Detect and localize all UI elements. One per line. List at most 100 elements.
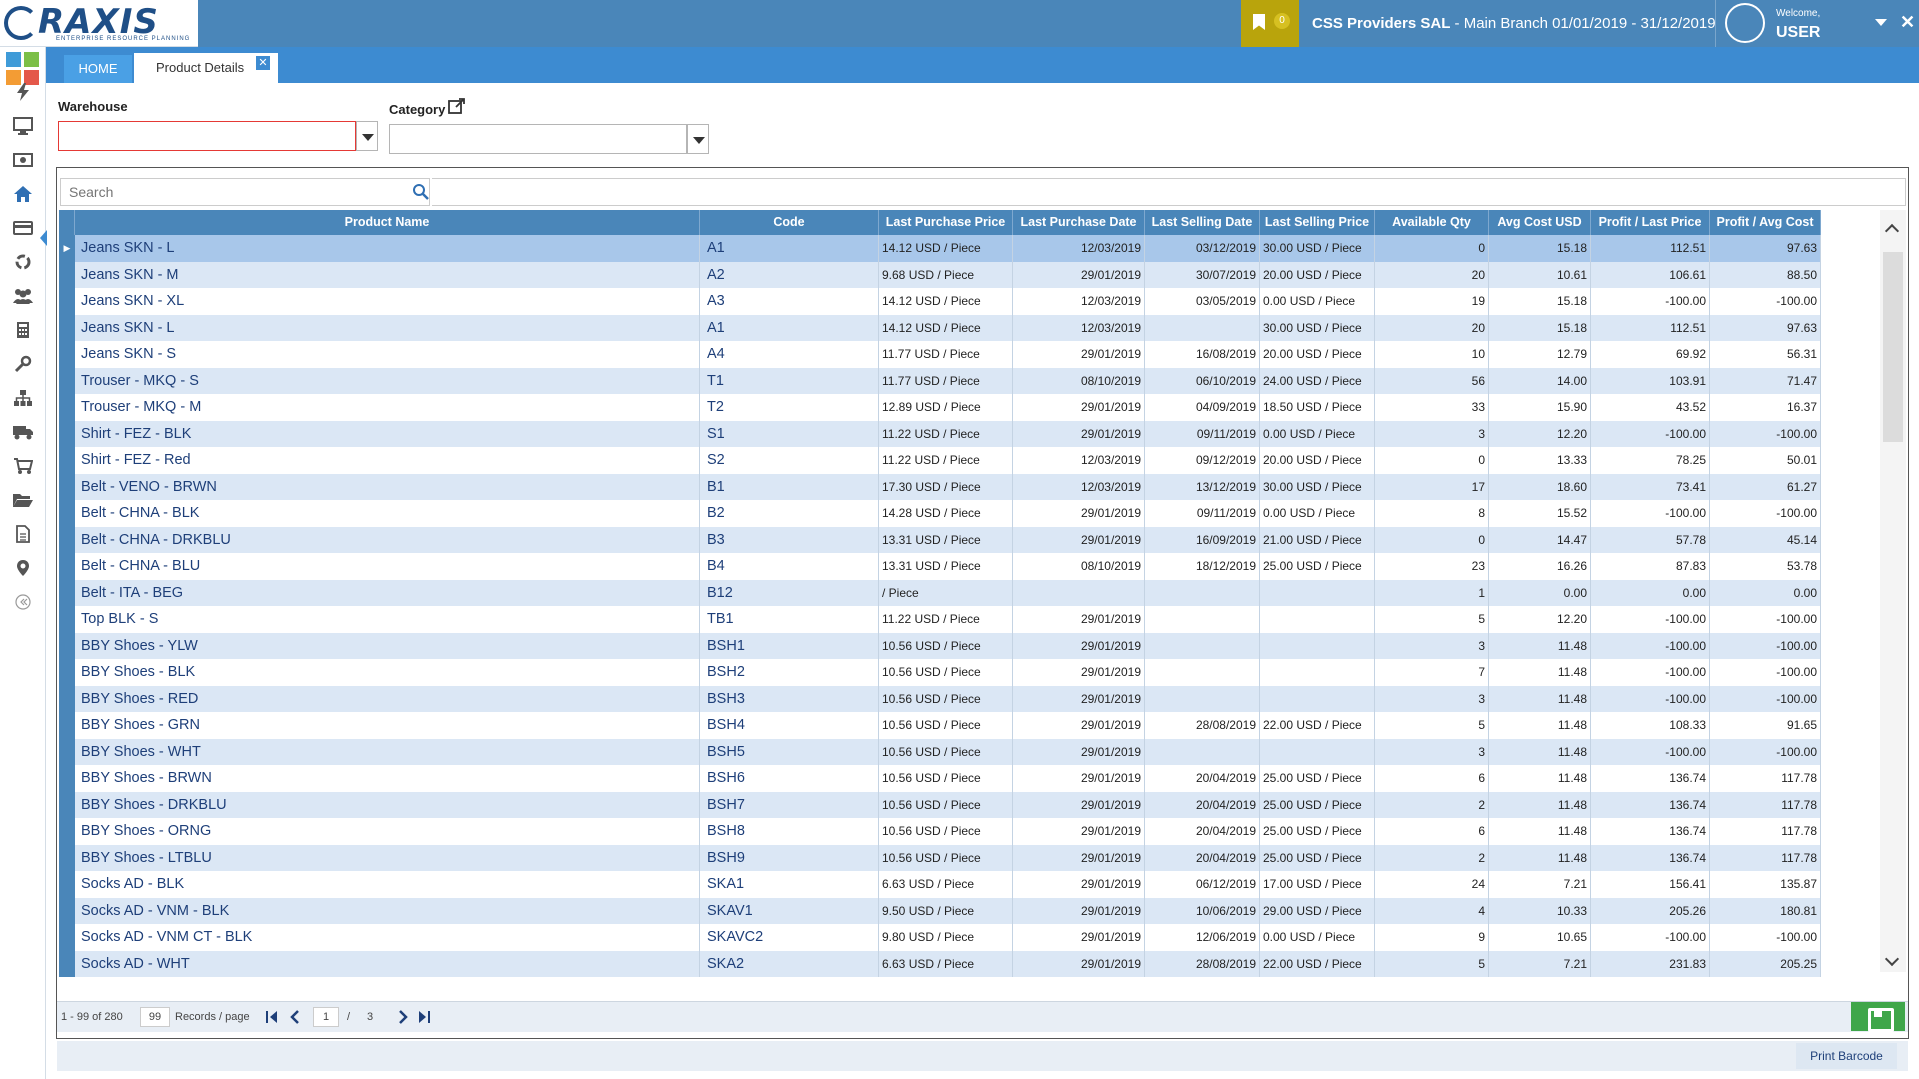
page-size-input[interactable]: 99 [140,1007,170,1027]
column-header-available-qty[interactable]: Available Qty [1375,210,1489,235]
table-row[interactable]: Shirt - FEZ - BLK S1 11.22 USD / Piece 29/0… [59,420,1821,447]
row-indicator[interactable]: ▶ [59,235,75,262]
home-icon[interactable] [10,181,36,207]
table-row[interactable]: BBY Shoes - WHT BSH5 10.56 USD / Piece 29/0… [59,738,1821,765]
row-indicator[interactable] [59,261,75,288]
row-indicator[interactable] [59,924,75,951]
table-row[interactable]: Top BLK - S TB1 11.22 USD / Piece 29/01/201… [59,606,1821,633]
user-avatar[interactable] [1725,3,1765,43]
row-indicator[interactable] [59,367,75,394]
table-row[interactable]: Belt - CHNA - BLU B4 13.31 USD / Piece 08/1… [59,553,1821,580]
table-row[interactable]: BBY Shoes - BLK BSH2 10.56 USD / Piece 29/0… [59,659,1821,686]
row-indicator[interactable] [59,632,75,659]
logo[interactable]: RAXIS ENTERPRISE RESOURCE PLANNING [0,0,198,47]
row-indicator[interactable] [59,394,75,421]
tab-close-icon[interactable]: ✕ [256,56,270,70]
row-indicator[interactable] [59,738,75,765]
flash-icon[interactable] [10,79,36,105]
column-header-profit-avg-cost[interactable]: Profit / Avg Cost [1710,210,1821,235]
user-menu-chevron-down-icon[interactable] [1875,19,1887,26]
first-page-icon[interactable] [265,1010,279,1024]
column-header-avg-cost-usd[interactable]: Avg Cost USD [1489,210,1591,235]
tab-home[interactable]: HOME [64,55,132,83]
monitor-icon[interactable] [10,113,36,139]
row-indicator[interactable] [59,341,75,368]
column-header-last-selling-date[interactable]: Last Selling Date [1145,210,1260,235]
cart-icon[interactable] [10,453,36,479]
close-icon[interactable]: ✕ [1900,12,1915,33]
table-row[interactable]: BBY Shoes - RED BSH3 10.56 USD / Piece 29/0… [59,685,1821,712]
credit-card-icon[interactable] [10,215,36,241]
last-page-icon[interactable] [417,1010,431,1024]
row-indicator[interactable] [59,447,75,474]
row-indicator[interactable] [59,871,75,898]
table-row[interactable]: Trouser - MKQ - M T2 12.89 USD / Piece 29/0… [59,394,1821,421]
category-dropdown-chevron-down-icon[interactable] [687,124,709,154]
row-indicator[interactable] [59,950,75,977]
category-select[interactable] [389,124,687,154]
search-input[interactable] [60,178,430,206]
column-header-code[interactable]: Code [700,210,879,235]
scroll-thumb[interactable] [1883,252,1903,442]
vertical-scrollbar[interactable] [1880,210,1906,972]
scroll-down-icon[interactable] [1884,951,1900,967]
table-row[interactable]: Belt - CHNA - BLK B2 14.28 USD / Piece 29/0… [59,500,1821,527]
warehouse-dropdown-chevron-down-icon[interactable] [356,121,378,151]
row-indicator[interactable] [59,579,75,606]
column-header-last-purchase-date[interactable]: Last Purchase Date [1013,210,1145,235]
users-icon[interactable] [10,283,36,309]
row-indicator[interactable] [59,844,75,871]
row-indicator[interactable] [59,420,75,447]
table-row[interactable]: BBY Shoes - GRN BSH4 10.56 USD / Piece 29/0… [59,712,1821,739]
row-indicator[interactable] [59,712,75,739]
column-header-last-purchase-price[interactable]: Last Purchase Price [879,210,1013,235]
truck-icon[interactable] [10,419,36,445]
scroll-up-icon[interactable] [1884,223,1900,239]
column-header-profit-last-price[interactable]: Profit / Last Price [1591,210,1710,235]
document-icon[interactable] [10,521,36,547]
table-row[interactable]: Socks AD - VNM CT - BLK SKAVC2 9.80 USD / … [59,924,1821,951]
table-row[interactable]: Jeans SKN - M A2 9.68 USD / Piece 29/01/201… [59,261,1821,288]
wrench-icon[interactable] [10,351,36,377]
table-row[interactable]: BBY Shoes - BRWN BSH6 10.56 USD / Piece 29/… [59,765,1821,792]
row-indicator[interactable] [59,659,75,686]
bookmarks-button[interactable]: 0 [1241,0,1299,47]
table-row[interactable]: Belt - VENO - BRWN B1 17.30 USD / Piece 12/… [59,473,1821,500]
table-row[interactable]: BBY Shoes - LTBLU BSH9 10.56 USD / Piece 29… [59,844,1821,871]
print-barcode-button[interactable]: Print Barcode [1796,1043,1897,1069]
column-header-last-selling-price[interactable]: Last Selling Price [1260,210,1375,235]
row-indicator[interactable] [59,685,75,712]
row-indicator[interactable] [59,897,75,924]
money-icon[interactable] [10,147,36,173]
sitemap-icon[interactable] [10,385,36,411]
folder-icon[interactable] [10,487,36,513]
next-page-icon[interactable] [396,1010,410,1024]
table-row[interactable]: Trouser - MKQ - S T1 11.77 USD / Piece 08/1… [59,367,1821,394]
table-row[interactable]: ▶ Jeans SKN - L A1 14.12 USD / Piece 12/03/2… [59,235,1821,262]
row-indicator[interactable] [59,791,75,818]
row-indicator[interactable] [59,606,75,633]
row-indicator[interactable] [59,526,75,553]
search-icon[interactable] [412,183,430,201]
save-icon[interactable] [1851,1002,1905,1032]
row-indicator[interactable] [59,765,75,792]
table-row[interactable]: Jeans SKN - L A1 14.12 USD / Piece 12/03/20… [59,314,1821,341]
collapse-icon[interactable] [10,589,36,615]
row-indicator[interactable] [59,288,75,315]
previous-page-icon[interactable] [288,1010,302,1024]
row-indicator[interactable] [59,500,75,527]
row-indicator[interactable] [59,473,75,500]
recycle-icon[interactable] [10,249,36,275]
table-row[interactable]: Socks AD - VNM - BLK SKAV1 9.50 USD / Piec… [59,897,1821,924]
table-row[interactable]: Shirt - FEZ - Red S2 11.22 USD / Piece 12/0… [59,447,1821,474]
column-header-product-name[interactable]: Product Name [75,210,700,235]
table-row[interactable]: Socks AD - WHT SKA2 6.63 USD / Piece 29/01/… [59,950,1821,977]
warehouse-select[interactable] [58,121,356,151]
row-indicator[interactable] [59,553,75,580]
current-page-input[interactable]: 1 [313,1007,339,1027]
table-row[interactable]: BBY Shoes - DRKBLU BSH7 10.56 USD / Piece 2… [59,791,1821,818]
row-indicator[interactable] [59,314,75,341]
calculator-icon[interactable] [10,317,36,343]
table-row[interactable]: Jeans SKN - S A4 11.77 USD / Piece 29/01/20… [59,341,1821,368]
map-marker-icon[interactable] [10,555,36,581]
